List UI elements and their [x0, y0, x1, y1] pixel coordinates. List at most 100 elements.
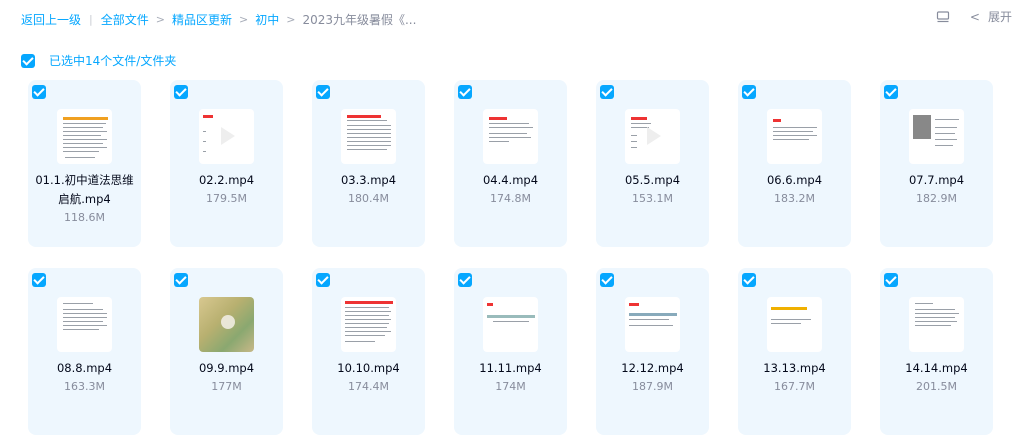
breadcrumb: 返回上一级 | 全部文件 > 精品区更新 > 初中 > 2023九年级暑假《..…: [21, 11, 416, 28]
file-card[interactable]: 11.11.mp4 174M: [454, 268, 567, 435]
file-card[interactable]: 04.4.mp4 174.8M: [454, 80, 567, 247]
file-card[interactable]: 01.1.初中道法思维启航.mp4 118.6M: [28, 80, 141, 247]
breadcrumb-separator-icon: >: [155, 13, 165, 26]
file-name: 10.10.mp4 174.4M: [316, 359, 421, 396]
file-card[interactable]: 08.8.mp4 163.3M: [28, 268, 141, 435]
video-thumbnail: [909, 297, 964, 352]
file-checkbox[interactable]: [32, 85, 46, 99]
file-size: 174.8M: [490, 192, 531, 205]
file-size: 183.2M: [774, 192, 815, 205]
file-name-text: 07.7.mp4: [908, 173, 965, 187]
file-checkbox[interactable]: [600, 85, 614, 99]
file-size: 174.4M: [348, 380, 389, 393]
file-checkbox[interactable]: [316, 85, 330, 99]
file-size: 174M: [495, 380, 526, 393]
file-size: 163.3M: [64, 380, 105, 393]
file-card[interactable]: 14.14.mp4 201.5M: [880, 268, 993, 435]
file-name-text: 11.11.mp4: [479, 361, 542, 375]
file-grid: 01.1.初中道法思维启航.mp4 118.6M 02.2.mp4 179.5M 03.…: [28, 80, 993, 435]
top-bar: 返回上一级 | 全部文件 > 精品区更新 > 初中 > 2023九年级暑假《..…: [0, 0, 1024, 40]
file-card[interactable]: 13.13.mp4 167.7M: [738, 268, 851, 435]
file-name: 04.4.mp4 174.8M: [458, 171, 563, 208]
breadcrumb-level1[interactable]: 精品区更新: [172, 11, 232, 28]
expand-button[interactable]: < 展开: [970, 8, 1012, 25]
file-name: 02.2.mp4 179.5M: [174, 171, 279, 208]
file-checkbox[interactable]: [32, 273, 46, 287]
file-checkbox[interactable]: [742, 273, 756, 287]
play-icon: [221, 127, 235, 145]
video-thumbnail: [909, 109, 964, 164]
file-checkbox[interactable]: [742, 85, 756, 99]
selection-count-text: 已选中14个文件/文件夹: [49, 54, 177, 68]
file-name-text: 13.13.mp4: [763, 361, 826, 375]
breadcrumb-divider: |: [89, 13, 93, 26]
breadcrumb-separator-icon: >: [286, 13, 296, 26]
file-checkbox[interactable]: [458, 273, 472, 287]
file-name-text: 04.4.mp4: [482, 173, 539, 187]
file-name-text: 06.6.mp4: [766, 173, 823, 187]
file-card[interactable]: 02.2.mp4 179.5M: [170, 80, 283, 247]
file-checkbox[interactable]: [884, 85, 898, 99]
file-name: 03.3.mp4 180.4M: [316, 171, 421, 208]
file-name: 12.12.mp4 187.9M: [600, 359, 705, 396]
file-size: 180.4M: [348, 192, 389, 205]
file-name: 06.6.mp4 183.2M: [742, 171, 847, 208]
top-right-tools: < 展开: [936, 8, 1012, 25]
video-thumbnail: [57, 109, 112, 164]
play-icon: [647, 127, 661, 145]
file-size: 118.6M: [64, 211, 105, 224]
video-thumbnail: [199, 109, 254, 164]
file-checkbox[interactable]: [174, 273, 188, 287]
video-thumbnail: [483, 297, 538, 352]
file-checkbox[interactable]: [316, 273, 330, 287]
video-thumbnail: [483, 109, 538, 164]
video-thumbnail: [767, 297, 822, 352]
file-name: 05.5.mp4 153.1M: [600, 171, 705, 208]
file-card[interactable]: 07.7.mp4 182.9M: [880, 80, 993, 247]
file-checkbox[interactable]: [600, 273, 614, 287]
breadcrumb-back-link[interactable]: 返回上一级: [21, 11, 81, 28]
breadcrumb-all-files[interactable]: 全部文件: [101, 11, 149, 28]
breadcrumb-separator-icon: >: [238, 13, 249, 26]
file-name: 14.14.mp4 201.5M: [884, 359, 989, 396]
file-size: 182.9M: [916, 192, 957, 205]
selection-bar: 已选中14个文件/文件夹: [21, 52, 176, 69]
file-size: 201.5M: [916, 380, 957, 393]
file-name-text: 08.8.mp4: [56, 361, 113, 375]
list-view-icon[interactable]: [936, 10, 950, 24]
file-size: 153.1M: [632, 192, 673, 205]
file-name-text: 10.10.mp4: [337, 361, 400, 375]
video-thumbnail: [625, 297, 680, 352]
file-size: 167.7M: [774, 380, 815, 393]
file-name: 08.8.mp4 163.3M: [32, 359, 137, 396]
file-name: 01.1.初中道法思维启航.mp4 118.6M: [32, 171, 137, 227]
file-card[interactable]: 10.10.mp4 174.4M: [312, 268, 425, 435]
breadcrumb-current: 2023九年级暑假《...: [302, 13, 417, 27]
file-name-text: 05.5.mp4: [624, 173, 681, 187]
file-name: 11.11.mp4 174M: [458, 359, 563, 396]
video-thumbnail: [341, 109, 396, 164]
expand-label: 展开: [987, 10, 1012, 24]
file-name: 07.7.mp4 182.9M: [884, 171, 989, 208]
file-card[interactable]: 09.9.mp4 177M: [170, 268, 283, 435]
file-card[interactable]: 05.5.mp4 153.1M: [596, 80, 709, 247]
file-name-text: 14.14.mp4: [905, 361, 968, 375]
file-checkbox[interactable]: [884, 273, 898, 287]
file-name-text: 09.9.mp4: [198, 361, 255, 375]
video-thumbnail: [767, 109, 822, 164]
file-name: 13.13.mp4 167.7M: [742, 359, 847, 396]
file-card[interactable]: 06.6.mp4 183.2M: [738, 80, 851, 247]
breadcrumb-level2[interactable]: 初中: [255, 11, 279, 28]
chevron-left-icon: <: [969, 9, 980, 24]
file-checkbox[interactable]: [458, 85, 472, 99]
select-all-checkbox[interactable]: [21, 53, 35, 68]
video-thumbnail: [57, 297, 112, 352]
file-name-text: 02.2.mp4: [198, 173, 255, 187]
file-size: 177M: [211, 380, 242, 393]
file-name-text: 12.12.mp4: [621, 361, 684, 375]
file-checkbox[interactable]: [174, 85, 188, 99]
file-card[interactable]: 03.3.mp4 180.4M: [312, 80, 425, 247]
file-card[interactable]: 12.12.mp4 187.9M: [596, 268, 709, 435]
file-name-text: 03.3.mp4: [340, 173, 397, 187]
file-size: 187.9M: [632, 380, 673, 393]
